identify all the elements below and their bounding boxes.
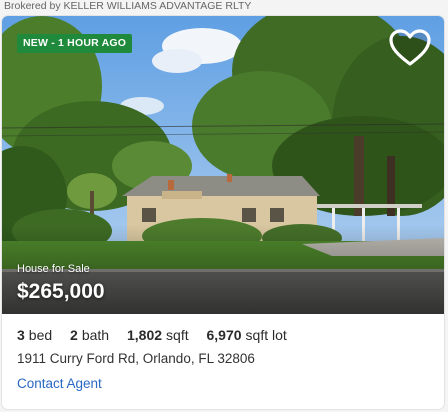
heart-outline-icon	[389, 29, 431, 66]
stat-value: 2	[70, 327, 78, 343]
stat-unit: bath	[81, 327, 110, 343]
stat-baths: 2 bath	[70, 327, 109, 343]
stat-unit: sqft	[166, 327, 189, 343]
property-stats: 3 bed 2 bath 1,802 sqft 6,970 sqft lot	[17, 327, 301, 343]
stat-beds: 3 bed	[17, 327, 52, 343]
listing-photo[interactable]: NEW - 1 HOUR AGO House for Sale $265,000	[2, 16, 444, 314]
stat-value: 1,802	[126, 327, 163, 343]
stat-lot: 6,970 sqft lot	[207, 327, 287, 343]
stat-value: 3	[17, 327, 25, 343]
listing-card[interactable]: NEW - 1 HOUR AGO House for Sale $265,000…	[2, 16, 444, 409]
listing-address[interactable]: 1911 Curry Ford Rd, Orlando, FL 32806	[17, 351, 255, 366]
stat-sqft: 1,802 sqft	[127, 327, 189, 343]
broker-attribution: Brokered by KELLER WILLIAMS ADVANTAGE RL…	[4, 0, 252, 12]
new-listing-badge: NEW - 1 HOUR AGO	[17, 34, 133, 53]
stat-value: 6,970	[206, 327, 242, 343]
contact-agent-link[interactable]: Contact Agent	[17, 376, 102, 391]
stat-unit: bed	[28, 327, 53, 343]
listing-price: $265,000	[17, 280, 105, 303]
favorite-button[interactable]	[388, 28, 432, 68]
stat-unit: sqft lot	[245, 327, 287, 343]
property-type: House for Sale	[17, 263, 90, 275]
